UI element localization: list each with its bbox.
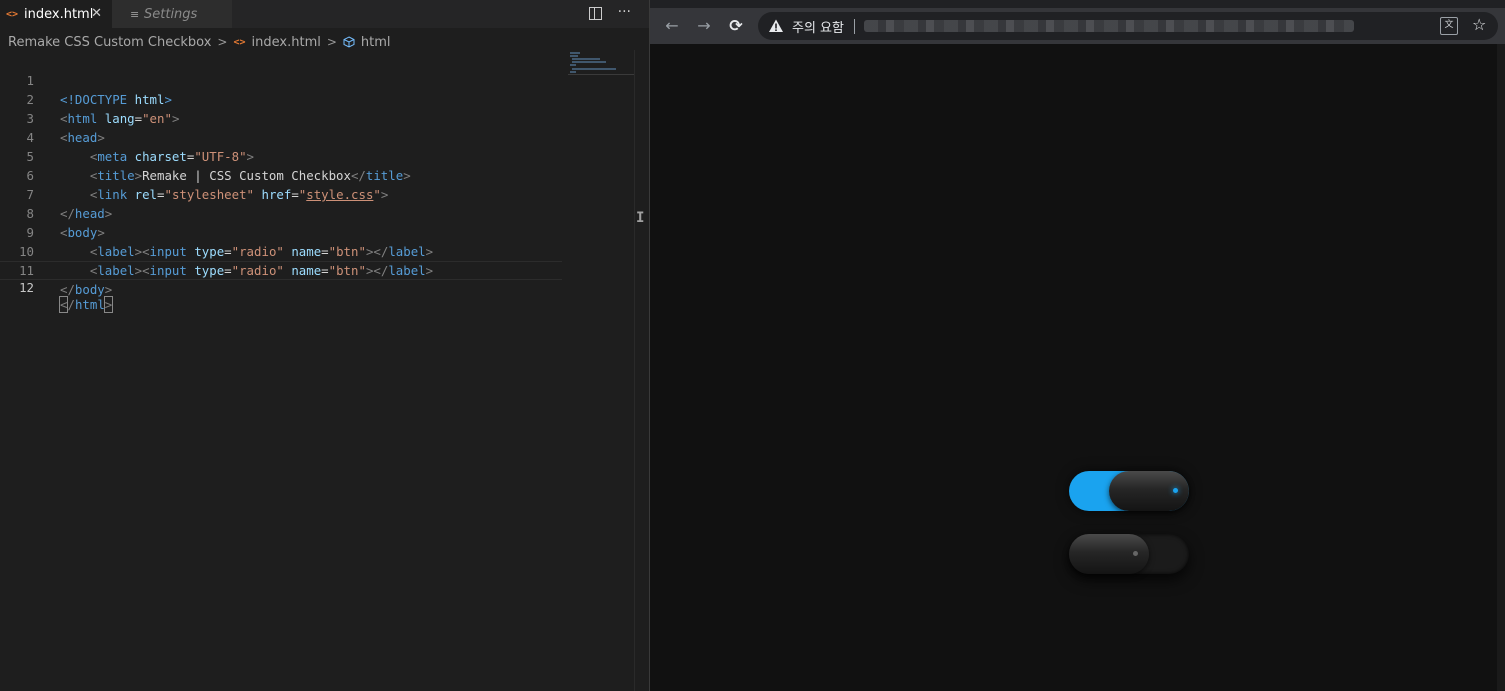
radio-toggle-off[interactable] bbox=[1069, 534, 1189, 574]
toggle-knob[interactable] bbox=[1069, 534, 1149, 574]
editor-tab-bar: <> index.html ✕ ≡ Settings ··· bbox=[0, 0, 649, 28]
tab-label: index.html bbox=[24, 6, 94, 22]
code-line: 8 <body> bbox=[0, 185, 570, 240]
tab-settings[interactable]: ≡ Settings bbox=[112, 0, 232, 28]
code-line: 11 </body> bbox=[0, 242, 570, 297]
split-editor-icon[interactable] bbox=[588, 7, 602, 20]
breadcrumb-file[interactable]: index.html bbox=[252, 35, 321, 50]
line-number: 12 bbox=[19, 280, 34, 295]
tab-index-html[interactable]: <> index.html ✕ bbox=[0, 0, 112, 28]
tab-label: Settings bbox=[144, 6, 198, 22]
code-line-current: 12 </html> bbox=[0, 261, 562, 313]
warning-triangle-icon[interactable] bbox=[768, 18, 784, 34]
code-line: 6 <link rel="stylesheet" href="style.css… bbox=[0, 147, 570, 202]
page-scrollbar[interactable] bbox=[1497, 44, 1505, 691]
html-file-icon: <> bbox=[6, 8, 19, 20]
browser-window: ← → ⟳ 주의 요함 文 ☆ bbox=[649, 0, 1505, 691]
code-line: 1 <!DOCTYPE html> bbox=[0, 52, 570, 107]
more-actions-icon[interactable]: ··· bbox=[618, 4, 631, 20]
code-line: 3 <head> bbox=[0, 90, 570, 145]
code-line: 2 <html lang="en"> bbox=[0, 71, 570, 126]
close-icon[interactable]: ✕ bbox=[91, 6, 102, 21]
forward-arrow-icon[interactable]: → bbox=[692, 14, 716, 38]
minimap[interactable] bbox=[568, 50, 634, 80]
radio-toggle-on[interactable] bbox=[1069, 471, 1189, 511]
url-text-redacted[interactable] bbox=[864, 20, 1354, 32]
text-cursor-icon: I bbox=[636, 210, 645, 226]
settings-list-icon: ≡ bbox=[130, 7, 140, 21]
bookmark-star-icon[interactable]: ☆ bbox=[1472, 15, 1486, 34]
editor-actions: ··· bbox=[588, 4, 631, 20]
code-line: 9 <label><input type="radio" name="btn">… bbox=[0, 204, 570, 259]
breadcrumb: Remake CSS Custom Checkbox > <> index.ht… bbox=[8, 33, 391, 51]
browser-toolbar: ← → ⟳ 주의 요함 文 ☆ bbox=[650, 8, 1505, 44]
chevron-right-icon: > bbox=[217, 35, 228, 49]
symbol-element-icon bbox=[343, 36, 355, 48]
address-bar[interactable]: 주의 요함 文 ☆ bbox=[758, 12, 1498, 40]
toggle-knob[interactable] bbox=[1109, 471, 1189, 511]
security-warning-label[interactable]: 주의 요함 bbox=[792, 17, 844, 36]
code-area[interactable]: 1 <!DOCTYPE html> 2 <html lang="en"> 3 <… bbox=[0, 52, 570, 313]
translate-icon[interactable]: 文 bbox=[1440, 17, 1458, 35]
indicator-light-icon bbox=[1173, 488, 1178, 493]
code-line: 7 </head> bbox=[0, 166, 570, 221]
html-file-icon: <> bbox=[233, 36, 246, 48]
chevron-right-icon: > bbox=[326, 35, 337, 49]
reload-icon[interactable]: ⟳ bbox=[724, 14, 748, 38]
code-line: 4 <meta charset="UTF-8"> bbox=[0, 109, 570, 164]
breadcrumb-folder[interactable]: Remake CSS Custom Checkbox bbox=[8, 35, 211, 50]
breadcrumb-symbol[interactable]: html bbox=[361, 35, 391, 50]
back-arrow-icon[interactable]: ← bbox=[660, 14, 684, 38]
code-line: 5 <title>Remake | CSS Custom Checkbox</t… bbox=[0, 128, 570, 183]
code-line: 10 <label><input type="radio" name="btn"… bbox=[0, 223, 570, 278]
code-editor: <> index.html ✕ ≡ Settings ··· Remake CS… bbox=[0, 0, 649, 691]
editor-scrollbar[interactable] bbox=[634, 50, 649, 691]
indicator-light-icon bbox=[1133, 551, 1138, 556]
browser-tab-strip bbox=[650, 0, 1505, 8]
address-divider bbox=[854, 19, 855, 34]
